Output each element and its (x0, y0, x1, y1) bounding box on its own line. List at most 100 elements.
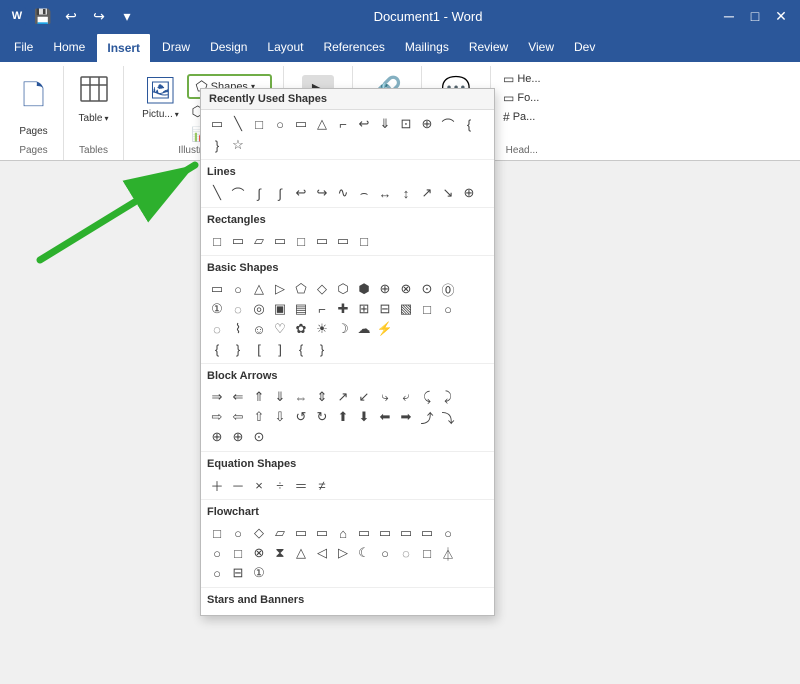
shape-item[interactable]: － (228, 475, 248, 495)
shape-item[interactable]: ↪ (312, 183, 332, 203)
shape-item[interactable]: ⇨ (207, 407, 227, 427)
undo-button[interactable]: ↩ (60, 5, 82, 27)
shape-item[interactable]: ] (270, 339, 290, 359)
tab-review[interactable]: Review (459, 32, 518, 62)
shape-item[interactable]: ⊕ (375, 279, 395, 299)
shape-item[interactable]: ▭ (396, 523, 416, 543)
shape-item[interactable]: ☁ (354, 319, 374, 339)
shape-item[interactable]: ○ (438, 523, 458, 543)
shape-item[interactable]: ⤶ (396, 387, 416, 407)
tab-insert[interactable]: Insert (95, 32, 152, 62)
shape-item[interactable]: ⊕ (207, 427, 227, 447)
shape-item[interactable]: △ (291, 543, 311, 563)
shape-item[interactable]: ⊕ (417, 114, 437, 134)
shape-item[interactable]: ○ (270, 114, 290, 134)
shape-item[interactable]: ⊞ (354, 299, 374, 319)
shape-item[interactable]: ⇒ (207, 387, 227, 407)
shape-item[interactable]: △ (249, 279, 269, 299)
page-number-button[interactable]: # Pa... (499, 108, 539, 126)
shape-item[interactable]: ⬅ (375, 407, 395, 427)
shape-item[interactable]: { (459, 114, 479, 134)
shape-item[interactable]: □ (207, 523, 227, 543)
shape-item[interactable]: ⤸ (438, 387, 458, 407)
shape-item[interactable]: ⧗ (270, 543, 290, 563)
shape-item[interactable]: } (207, 135, 227, 155)
header-button[interactable]: ▭ He... (499, 70, 545, 88)
shape-item[interactable]: ① (249, 563, 269, 583)
shape-item[interactable]: ▱ (270, 523, 290, 543)
shape-item[interactable]: ☾ (354, 543, 374, 563)
pages-button[interactable]: 🗋 Pages (13, 72, 53, 140)
shape-item[interactable]: ⬇ (354, 407, 374, 427)
customize-qat-button[interactable]: ▾ (116, 5, 138, 27)
shape-item[interactable]: ⌐ (333, 114, 353, 134)
shape-item[interactable]: ⇕ (312, 387, 332, 407)
pictures-button[interactable]: 🖼 Pictu... ▾ (135, 72, 185, 123)
shape-item[interactable]: □ (291, 231, 311, 251)
shape-item[interactable]: ▤ (291, 299, 311, 319)
shape-item[interactable]: ▭ (312, 523, 332, 543)
maximize-button[interactable]: □ (744, 5, 766, 27)
shape-item[interactable]: ○ (228, 279, 248, 299)
shape-item[interactable]: □ (417, 543, 437, 563)
shape-item[interactable]: ↗ (333, 387, 353, 407)
tab-design[interactable]: Design (200, 32, 257, 62)
shape-item[interactable]: ↺ (291, 407, 311, 427)
shape-item[interactable]: ↔ (375, 183, 395, 203)
shape-item[interactable]: ⇦ (228, 407, 248, 427)
tab-home[interactable]: Home (43, 32, 95, 62)
footer-button[interactable]: ▭ Fo... (499, 89, 543, 107)
shape-item[interactable]: ☽ (333, 319, 353, 339)
minimize-button[interactable]: ─ (718, 5, 740, 27)
shape-item[interactable]: ⇑ (249, 387, 269, 407)
shape-item[interactable]: ▱ (249, 231, 269, 251)
redo-button[interactable]: ↪ (88, 5, 110, 27)
shape-item[interactable]: ▭ (270, 231, 290, 251)
shape-item[interactable]: ⇓ (375, 114, 395, 134)
shape-item[interactable]: ○ (228, 523, 248, 543)
shape-item[interactable]: ⌒ (228, 183, 248, 203)
shape-item[interactable]: ⓪ (438, 279, 458, 299)
shape-item[interactable]: ◌ (228, 299, 248, 319)
tab-view[interactable]: View (518, 32, 564, 62)
shape-item[interactable]: × (249, 475, 269, 495)
shape-item[interactable]: ✿ (291, 319, 311, 339)
tab-file[interactable]: File (4, 32, 43, 62)
shape-item[interactable]: ▷ (270, 279, 290, 299)
shape-item[interactable]: ▭ (333, 231, 353, 251)
close-button[interactable]: ✕ (770, 5, 792, 27)
shape-item[interactable]: ▭ (417, 523, 437, 543)
shape-item[interactable]: □ (417, 299, 437, 319)
shape-item[interactable]: ⤷ (375, 387, 395, 407)
shape-item[interactable]: ⌐ (312, 299, 332, 319)
shape-item[interactable]: ▭ (207, 279, 227, 299)
shape-item[interactable]: ⊙ (249, 427, 269, 447)
shape-item[interactable]: □ (207, 231, 227, 251)
shape-item[interactable]: ⊗ (396, 279, 416, 299)
shape-item[interactable]: ⚡ (375, 319, 395, 339)
shape-item[interactable]: ○ (375, 543, 395, 563)
shape-item[interactable]: ⬆ (333, 407, 353, 427)
shape-item[interactable]: ⊗ (249, 543, 269, 563)
tab-draw[interactable]: Draw (152, 32, 200, 62)
shape-item[interactable]: ☺ (249, 319, 269, 339)
shape-item[interactable]: ✚ (333, 299, 353, 319)
tab-dev[interactable]: Dev (564, 32, 605, 62)
shape-item[interactable]: ∫ (270, 183, 290, 203)
shape-item[interactable]: ○ (438, 299, 458, 319)
shape-item[interactable]: ↩ (291, 183, 311, 203)
shape-item[interactable]: ◌ (396, 543, 416, 563)
shape-item[interactable]: ◌ (207, 319, 227, 339)
shape-item[interactable]: ⇐ (228, 387, 248, 407)
shape-item[interactable]: ◇ (249, 523, 269, 543)
shape-item[interactable]: ÷ (270, 475, 290, 495)
shape-item[interactable]: ➡ (396, 407, 416, 427)
shape-item[interactable]: ▭ (354, 523, 374, 543)
shape-item[interactable]: ∫ (249, 183, 269, 203)
shape-item[interactable]: ↗ (417, 183, 437, 203)
shape-item[interactable]: ◁ (312, 543, 332, 563)
shape-item[interactable]: ⊟ (375, 299, 395, 319)
shape-item[interactable]: ⊕ (228, 427, 248, 447)
tab-mailings[interactable]: Mailings (395, 32, 459, 62)
shape-item[interactable]: ⤵ (438, 407, 458, 427)
